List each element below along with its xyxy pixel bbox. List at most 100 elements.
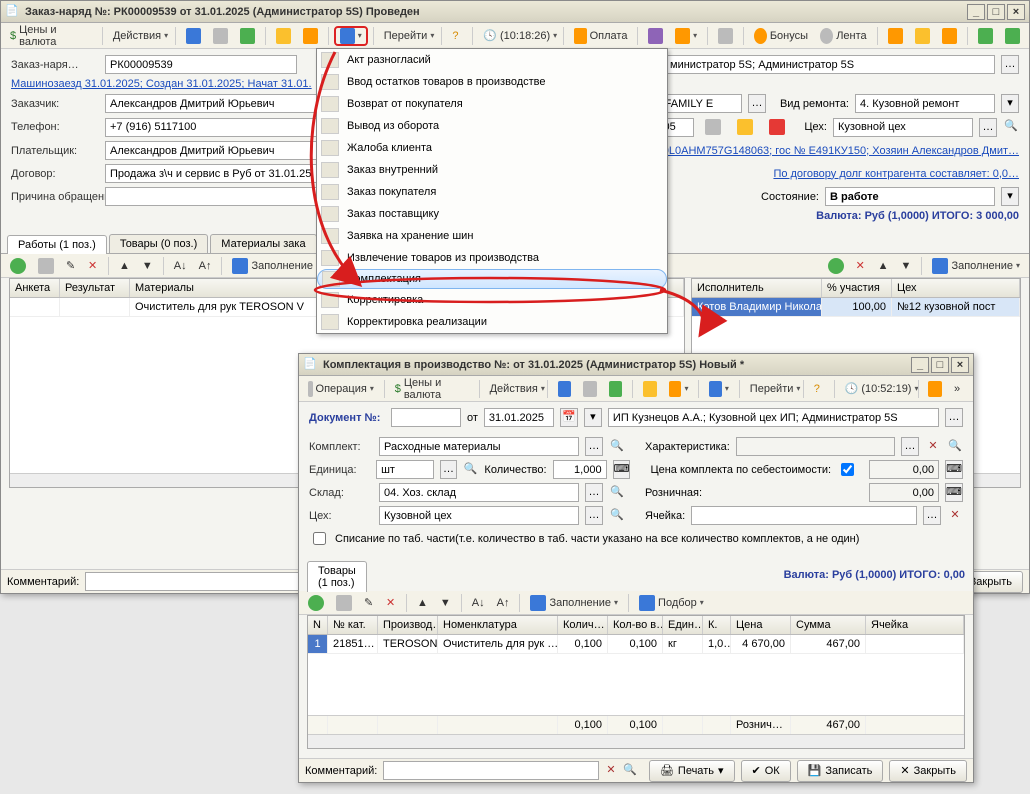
- k-pick-button[interactable]: Подбор▾: [634, 593, 709, 613]
- unit-search-icon[interactable]: 🔍: [463, 462, 478, 478]
- tb-icon-4[interactable]: [271, 26, 296, 46]
- col-result[interactable]: Результат: [60, 279, 130, 297]
- cost-input[interactable]: [869, 460, 939, 479]
- col-pct[interactable]: % участия: [822, 279, 892, 297]
- delete-row-icon-2[interactable]: ✕: [851, 256, 871, 276]
- state-input[interactable]: В работе: [825, 187, 995, 206]
- kit-grid-row[interactable]: 1 21851… TEROSON Очиститель для рук … 0,…: [308, 635, 964, 654]
- tb-icon-7[interactable]: ▾: [670, 26, 702, 46]
- actions-button[interactable]: Действия▾: [108, 26, 170, 46]
- kcol-cell[interactable]: Ячейка: [866, 616, 964, 634]
- tb-icon-8[interactable]: [713, 26, 738, 46]
- create-based-on-button[interactable]: ▾: [334, 26, 368, 46]
- writeoff-checkbox[interactable]: [313, 532, 326, 545]
- kit-dept-dots[interactable]: …: [585, 506, 603, 525]
- kit-comment-search-icon[interactable]: 🔍: [623, 763, 637, 779]
- bonuses-button[interactable]: Бонусы: [749, 26, 813, 46]
- kit-dept-search-icon[interactable]: 🔍: [609, 508, 625, 524]
- order-no-input[interactable]: РК00009539: [105, 55, 297, 74]
- calendar-icon[interactable]: 📅: [560, 408, 578, 427]
- dept-search-icon[interactable]: 🔍: [1003, 119, 1019, 135]
- store-search-icon[interactable]: 🔍: [609, 485, 625, 501]
- char-search-icon[interactable]: 🔍: [947, 439, 963, 455]
- tb-icon-13[interactable]: [1000, 26, 1025, 46]
- menu-item-10[interactable]: Комплектация: [317, 269, 667, 289]
- kit-actions-button[interactable]: Действия▾: [485, 379, 542, 399]
- kcol-cat[interactable]: № кат.: [328, 616, 378, 634]
- cost-checkbox[interactable]: [841, 463, 854, 476]
- cost-calc-icon[interactable]: ⌨: [945, 460, 963, 479]
- fill-button[interactable]: Заполнение▾: [227, 256, 325, 276]
- k-delete-icon[interactable]: ✕: [381, 593, 401, 613]
- kit-minimize-button[interactable]: _: [911, 357, 929, 373]
- cell-clear-icon[interactable]: ✕: [947, 508, 963, 524]
- k-edit-icon[interactable]: ✎: [359, 593, 379, 613]
- store-dots[interactable]: …: [585, 483, 603, 502]
- kcol-k[interactable]: К.: [703, 616, 731, 634]
- tb-icon-3[interactable]: [235, 26, 260, 46]
- docno-input[interactable]: [391, 408, 461, 427]
- kcol-n[interactable]: N: [308, 616, 328, 634]
- copy-row-icon[interactable]: [33, 256, 59, 276]
- move-up-icon-2[interactable]: ▲: [873, 256, 894, 276]
- repair-type-input[interactable]: 4. Кузовной ремонт: [855, 94, 995, 113]
- state-caret[interactable]: ▾: [1001, 187, 1019, 206]
- author-dots[interactable]: …: [945, 408, 963, 427]
- tb-icon-9[interactable]: [883, 26, 908, 46]
- kt-icon-7[interactable]: [923, 379, 947, 399]
- kit-maximize-button[interactable]: □: [931, 357, 949, 373]
- kt-icon-6[interactable]: ▾: [704, 379, 734, 399]
- menu-item-6[interactable]: Заказ покупателя: [317, 181, 667, 203]
- fill-button-2[interactable]: Заполнение▾: [927, 256, 1025, 276]
- shield-icon[interactable]: [764, 117, 790, 137]
- date-input[interactable]: [484, 408, 554, 427]
- menu-item-1[interactable]: Ввод остатков товаров в производстве: [317, 71, 667, 93]
- move-down-icon-2[interactable]: ▼: [896, 256, 917, 276]
- unit-input[interactable]: шт: [376, 460, 434, 479]
- menu-item-12[interactable]: Корректировка реализации: [317, 311, 667, 333]
- kit-help-icon[interactable]: ?: [809, 379, 829, 399]
- admins-dots[interactable]: …: [1001, 55, 1019, 74]
- kcol-price[interactable]: Цена: [731, 616, 791, 634]
- ok-button[interactable]: ✔ ОК: [741, 760, 791, 782]
- clock-icon[interactable]: 🕓(10:18:26)▾: [478, 26, 558, 46]
- kt-icon-3[interactable]: [604, 379, 628, 399]
- author-input[interactable]: ИП Кузнецов А.А.; Кузовной цех ИП; Админ…: [608, 408, 939, 427]
- col-dept[interactable]: Цех: [892, 279, 1020, 297]
- tb-icon-10[interactable]: [910, 26, 935, 46]
- menu-item-4[interactable]: Жалоба клиента: [317, 137, 667, 159]
- minimize-button[interactable]: _: [967, 4, 985, 20]
- retail-input[interactable]: [869, 483, 939, 502]
- tb-icon-2[interactable]: [208, 26, 233, 46]
- kit-close-button[interactable]: ×: [951, 357, 969, 373]
- date-caret[interactable]: ▾: [584, 408, 602, 427]
- cell-input[interactable]: [691, 506, 917, 525]
- kcol-qtyin[interactable]: Кол-во в…: [608, 616, 663, 634]
- menu-item-0[interactable]: Акт разногласий: [317, 49, 667, 71]
- kcol-prod[interactable]: Производ…: [378, 616, 438, 634]
- calc-icon[interactable]: [700, 117, 726, 137]
- k-down-icon[interactable]: ▼: [435, 593, 456, 613]
- kit-comment-clear-icon[interactable]: ✕: [605, 763, 618, 779]
- prices-button[interactable]: $Цены и валюта: [5, 26, 97, 46]
- feed-button[interactable]: Лента: [815, 26, 872, 46]
- retail-calc-icon[interactable]: ⌨: [945, 483, 963, 502]
- admins-input[interactable]: министратор 5S; Администратор 5S: [665, 55, 995, 74]
- qty-input[interactable]: [553, 460, 607, 479]
- tb-icon-5[interactable]: [298, 26, 323, 46]
- col-anketa[interactable]: Анкета: [10, 279, 60, 297]
- goto-button[interactable]: Перейти▾: [379, 26, 437, 46]
- cell-dots[interactable]: …: [923, 506, 941, 525]
- kcol-sum[interactable]: Сумма: [791, 616, 866, 634]
- tab-goods[interactable]: Товары (0 поз.): [109, 234, 208, 253]
- kt-more-icon[interactable]: »: [949, 379, 969, 399]
- set-search-icon[interactable]: 🔍: [609, 439, 625, 455]
- car-entry-link[interactable]: Машинозаезд 31.01.2025; Создан 31.01.202…: [11, 78, 312, 90]
- delete-row-icon[interactable]: ✕: [83, 256, 103, 276]
- k-add-icon[interactable]: [303, 593, 329, 613]
- repair-caret[interactable]: ▾: [1001, 94, 1019, 113]
- menu-item-5[interactable]: Заказ внутренний: [317, 159, 667, 181]
- grid-row[interactable]: Котов Владимир Никола… 100,00 №12 кузовн…: [692, 298, 1020, 317]
- k-fill-button[interactable]: Заполнение▾: [525, 593, 623, 613]
- add-row-icon-2[interactable]: [823, 256, 849, 276]
